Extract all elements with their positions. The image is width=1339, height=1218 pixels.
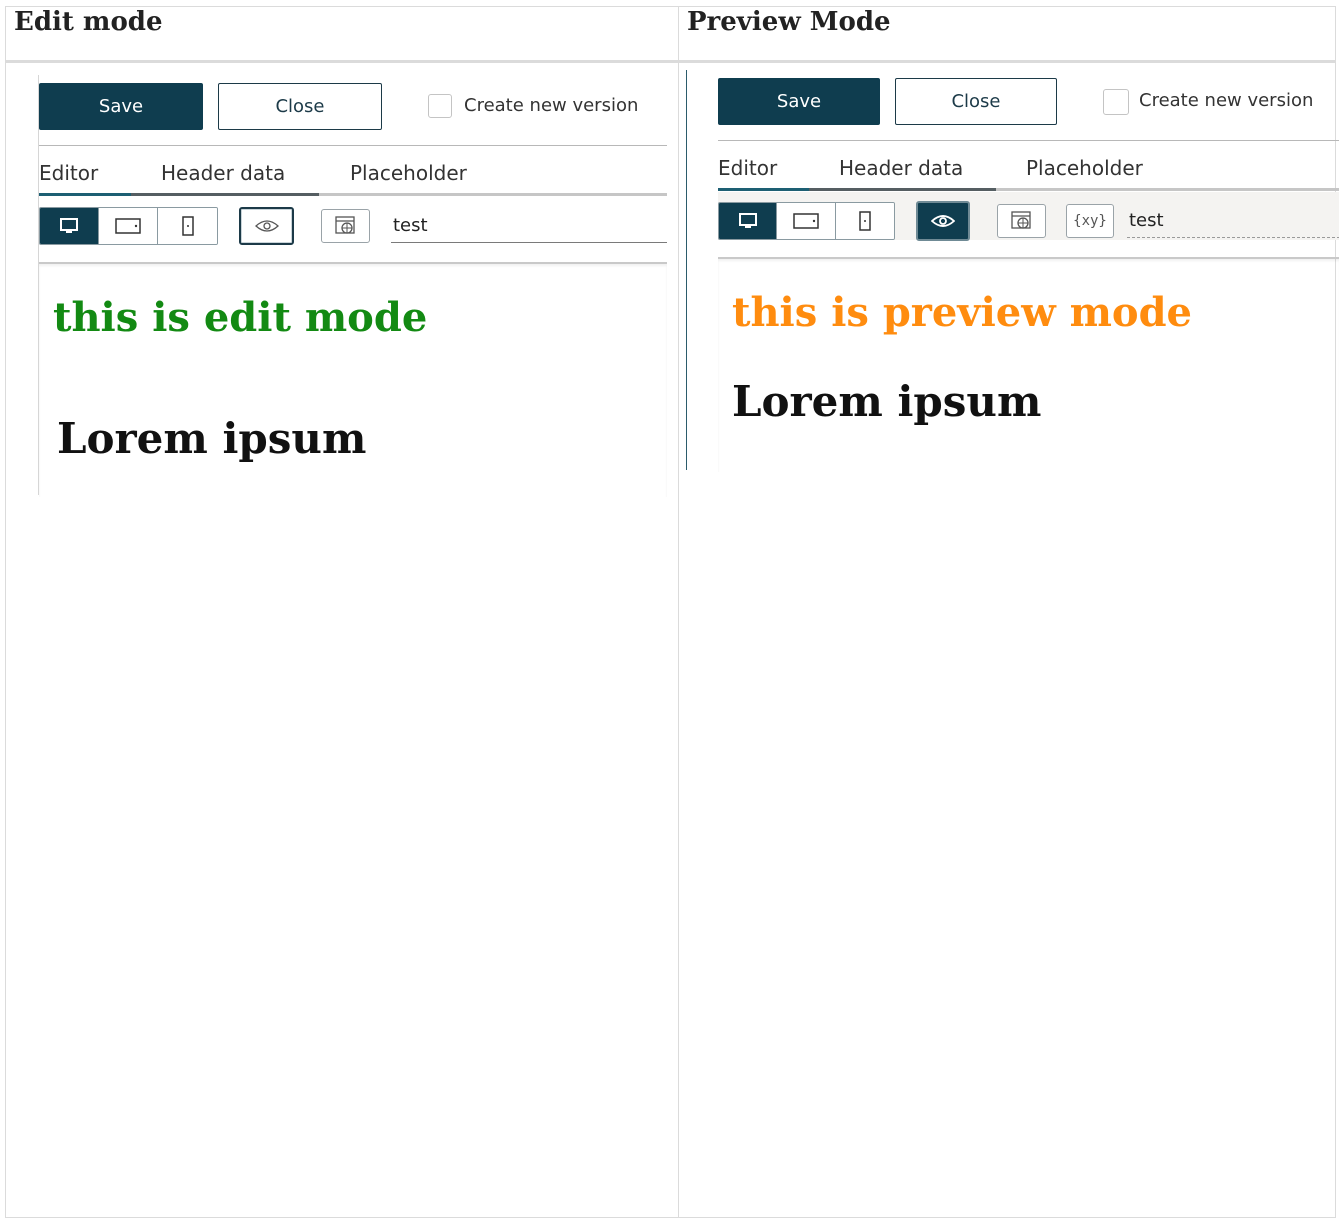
tab-active-indicator <box>718 188 809 191</box>
edit-mode-cell: Save Close Create new version Editor Hea… <box>5 61 679 1218</box>
variable-button[interactable]: {xy} <box>1066 204 1114 238</box>
tab-placeholder[interactable]: Placeholder <box>1026 156 1143 180</box>
save-button[interactable]: Save <box>39 83 203 130</box>
tab-editor[interactable]: Editor <box>39 161 98 185</box>
preview-toggle-button[interactable] <box>916 201 970 241</box>
editor-canvas[interactable]: this is edit mode Lorem ipsum <box>39 262 667 497</box>
preview-mode-cell: Save Close Create new version Editor Hea… <box>678 61 1339 1218</box>
tab-placeholder[interactable]: Placeholder <box>350 161 467 185</box>
create-version-checkbox[interactable] <box>428 94 452 118</box>
save-button[interactable]: Save <box>718 78 880 125</box>
preview-toggle-button[interactable] <box>239 207 294 245</box>
tab-header-data[interactable]: Header data <box>161 161 285 185</box>
content-subheading: Lorem ipsum <box>57 414 367 463</box>
table-header-row: Edit mode Preview Mode <box>5 6 1336 63</box>
name-input[interactable]: test <box>1127 204 1339 238</box>
tab-editor[interactable]: Editor <box>718 156 777 180</box>
tablet-icon <box>115 218 141 234</box>
name-input[interactable]: test <box>391 209 667 243</box>
create-version-label: Create new version <box>464 95 639 116</box>
mobile-view-button[interactable] <box>158 208 217 244</box>
eye-icon <box>254 220 279 232</box>
desktop-icon <box>738 213 757 228</box>
column-header-edit: Edit mode <box>5 6 679 63</box>
device-view-group <box>718 202 895 240</box>
table-row: Save Close Create new version Editor Hea… <box>5 61 1339 1218</box>
content-heading: this is edit mode <box>53 294 428 341</box>
create-version-label: Create new version <box>1139 90 1314 111</box>
web-settings-icon <box>1010 211 1031 229</box>
tab-active-indicator <box>39 193 131 196</box>
preview-canvas: this is preview mode Lorem ipsum <box>718 257 1339 472</box>
edit-mode-editor: Save Close Create new version Editor Hea… <box>38 75 667 495</box>
comparison-table: Edit mode Preview Mode Save Close Create… <box>5 6 1339 1218</box>
tablet-icon <box>793 213 819 229</box>
eye-icon <box>931 215 955 227</box>
close-button[interactable]: Close <box>218 83 382 130</box>
desktop-view-button[interactable] <box>40 208 99 244</box>
desktop-icon <box>60 218 78 233</box>
variable-icon: {xy} <box>1073 213 1107 229</box>
mobile-view-button[interactable] <box>835 203 894 239</box>
tablet-view-button[interactable] <box>99 208 158 244</box>
mobile-icon <box>181 216 194 236</box>
mobile-icon <box>859 211 871 231</box>
tablet-view-button[interactable] <box>777 203 836 239</box>
preview-mode-editor: Save Close Create new version Editor Hea… <box>686 70 1339 470</box>
close-button[interactable]: Close <box>895 78 1057 125</box>
toolbar-divider <box>39 145 667 146</box>
content-subheading: Lorem ipsum <box>732 377 1042 426</box>
tab-hover-indicator <box>809 188 996 191</box>
web-settings-button[interactable] <box>321 209 370 243</box>
tab-header-data[interactable]: Header data <box>839 156 963 180</box>
column-header-preview: Preview Mode <box>678 6 1336 63</box>
content-heading: this is preview mode <box>732 289 1192 336</box>
web-settings-icon <box>334 216 355 234</box>
tab-hover-indicator <box>131 193 319 196</box>
device-view-group <box>39 207 218 245</box>
web-settings-button[interactable] <box>997 204 1046 238</box>
toolbar-divider <box>718 140 1339 141</box>
create-version-checkbox[interactable] <box>1103 89 1129 115</box>
desktop-view-button[interactable] <box>719 203 778 239</box>
